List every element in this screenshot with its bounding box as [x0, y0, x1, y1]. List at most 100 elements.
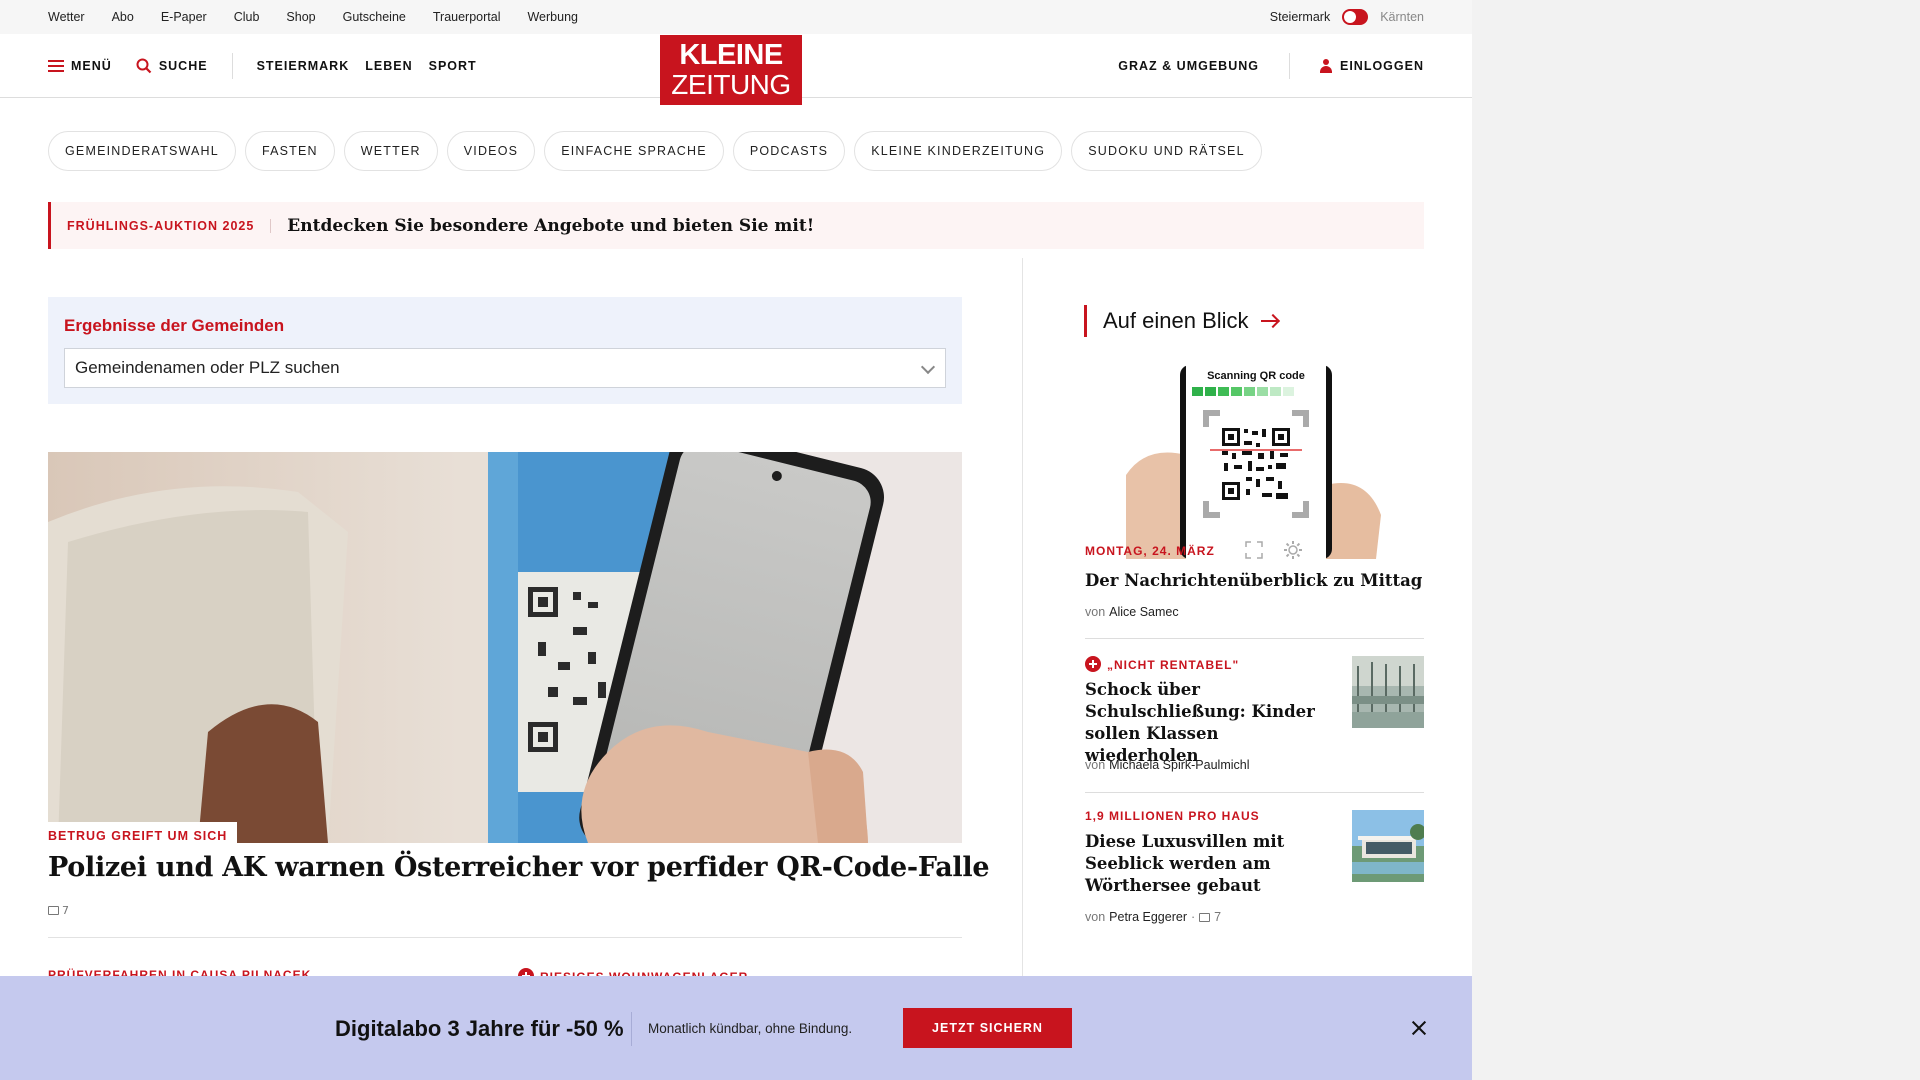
qr-scan-photo: Scanning QR code	[1126, 365, 1386, 559]
topic-pill[interactable]: WETTER	[343, 131, 438, 171]
sidebar-article-kicker: MONTAG, 24. MÄRZ	[1085, 544, 1215, 558]
local-link-graz[interactable]: GRAZ & UMGEBUNG	[1118, 59, 1259, 73]
overlay-divider	[631, 1012, 632, 1046]
subscription-overlay: Digitalabo 3 Jahre für -50 % Monatlich k…	[0, 976, 1472, 1080]
region-switch: Steiermark Kärnten	[1270, 0, 1424, 34]
logo-line1: KLEINE	[679, 39, 783, 71]
separator-dot: ·	[1190, 910, 1196, 924]
sidebar-heading[interactable]: Auf einen Blick	[1084, 305, 1277, 337]
comment-icon	[48, 906, 59, 915]
gemeinde-search-select[interactable]: Gemeindenamen oder PLZ suchen	[64, 348, 946, 388]
search-label: SUCHE	[158, 59, 208, 73]
overlay-subtitle: Monatlich kündbar, ohne Bindung.	[648, 1021, 853, 1036]
hero-meta: 7	[48, 904, 69, 917]
topic-pill[interactable]: FASTEN	[244, 131, 335, 171]
classroom-photo	[1352, 656, 1424, 728]
search-icon	[136, 58, 152, 74]
arrow-right-icon	[1260, 320, 1277, 322]
sidebar-article-author: von Petra Eggerer · 7	[1085, 910, 1221, 924]
hero-photo-qr-phone	[48, 452, 962, 843]
sidebar-image[interactable]: Scanning QR code	[1126, 365, 1386, 559]
kicker-text: „NICHT RENTABEL"	[1107, 658, 1240, 672]
sidebar-article-kicker: 1,9 MILLIONEN PRO HAUS	[1085, 809, 1260, 823]
divider	[1085, 792, 1424, 793]
hamburger-icon	[48, 60, 64, 72]
author-name[interactable]: Michaela Spirk-Paulmichl	[1109, 758, 1249, 772]
subscribe-button[interactable]: JETZT SICHERN	[903, 1008, 1072, 1048]
divider	[1085, 638, 1424, 639]
gear-icon[interactable]	[1283, 540, 1303, 560]
site-logo[interactable]: KLEINE ZEITUNG	[660, 35, 802, 105]
sidebar-article-author: von Alice Samec	[1085, 605, 1179, 619]
nav-leben[interactable]: LEBEN	[365, 59, 412, 73]
sidebar-article-kicker: „NICHT RENTABEL"	[1085, 656, 1239, 672]
utility-link-gutscheine[interactable]: Gutscheine	[343, 10, 406, 24]
chevron-down-icon	[920, 359, 936, 375]
menu-button[interactable]: MENÜ	[48, 59, 112, 73]
column-divider	[1022, 258, 1023, 998]
utility-link-club[interactable]: Club	[234, 10, 260, 24]
main-header: MENÜ SUCHE STEIERMARK LEBEN SPORT KLEINE…	[0, 34, 1472, 105]
header-right: GRAZ & UMGEBUNG EINLOGGEN	[1118, 34, 1424, 98]
gemeinde-results-box: Ergebnisse der Gemeinden Gemeindenamen o…	[48, 297, 962, 404]
region-toggle[interactable]	[1342, 9, 1369, 25]
sidebar-article-title[interactable]: Schock über Schulschließung: Kinder soll…	[1085, 679, 1315, 767]
by-label: von	[1085, 910, 1106, 924]
hero-title[interactable]: Polizei und AK warnen Österreicher vor p…	[48, 852, 990, 883]
sidebar-article-title[interactable]: Der Nachrichtenüberblick zu Mittag	[1085, 570, 1422, 592]
header-left: MENÜ SUCHE STEIERMARK LEBEN SPORT	[48, 34, 493, 98]
fullscreen-icon[interactable]	[1245, 541, 1263, 559]
user-icon	[1319, 59, 1332, 73]
hero-comment-count: 7	[62, 904, 69, 917]
hero-image[interactable]	[48, 452, 962, 843]
villa-photo	[1352, 810, 1424, 882]
sidebar-thumbnail-classroom[interactable]	[1352, 656, 1424, 728]
logo-line2: ZEITUNG	[671, 69, 791, 100]
gemeinde-search-placeholder: Gemeindenamen oder PLZ suchen	[75, 358, 340, 377]
utility-link-abo[interactable]: Abo	[112, 10, 134, 24]
promo-text: Entdecken Sie besondere Angebote und bie…	[287, 215, 815, 236]
utility-links: Wetter Abo E-Paper Club Shop Gutscheine …	[48, 0, 605, 34]
comment-count: 7	[1214, 910, 1222, 924]
overlay-title: Digitalabo 3 Jahre für -50 %	[335, 1016, 624, 1041]
nav-sport[interactable]: SPORT	[429, 59, 477, 73]
sidebar-thumbnail-villa[interactable]	[1352, 810, 1424, 882]
header-divider	[231, 53, 233, 79]
gemeinde-title: Ergebnisse der Gemeinden	[64, 316, 285, 335]
topic-pill[interactable]: PODCASTS	[732, 131, 846, 171]
topic-pill[interactable]: EINFACHE SPRACHE	[544, 131, 724, 171]
login-link[interactable]: EINLOGGEN	[1340, 59, 1424, 73]
qr-scan-text: Scanning QR code	[1207, 370, 1305, 382]
page: Wetter Abo E-Paper Club Shop Gutscheine …	[0, 0, 1472, 1080]
sidebar-heading-text: Auf einen Blick	[1103, 308, 1249, 333]
region-steiermark[interactable]: Steiermark	[1270, 10, 1330, 24]
utility-link-shop[interactable]: Shop	[286, 10, 315, 24]
topic-pill[interactable]: SUDOKU UND RÄTSEL	[1071, 131, 1262, 171]
divider	[48, 937, 962, 938]
utility-link-epaper[interactable]: E-Paper	[161, 10, 207, 24]
plus-icon	[1085, 656, 1101, 672]
search-button[interactable]: SUCHE	[136, 58, 208, 74]
by-label: von	[1085, 605, 1106, 619]
comment-icon	[1199, 912, 1211, 922]
utility-link-trauerportal[interactable]: Trauerportal	[433, 10, 501, 24]
sidebar-article-title[interactable]: Diese Luxusvillen mit Seeblick werden am…	[1085, 831, 1315, 897]
promo-banner[interactable]: FRÜHLINGS-AUKTION 2025 Entdecken Sie bes…	[48, 202, 1424, 249]
by-label: von	[1085, 758, 1106, 772]
hero-kicker: BETRUG GREIFT UM SICH	[48, 822, 238, 843]
topic-pills: GEMEINDERATSWAHL FASTEN WETTER VIDEOS EI…	[48, 131, 1262, 171]
nav-steiermark[interactable]: STEIERMARK	[257, 59, 350, 73]
close-icon[interactable]	[1410, 1019, 1428, 1037]
utility-link-wetter[interactable]: Wetter	[48, 10, 85, 24]
sidebar-article-author: von Michaela Spirk-Paulmichl	[1085, 758, 1249, 772]
author-name[interactable]: Petra Eggerer	[1109, 910, 1187, 924]
region-kaernten[interactable]: Kärnten	[1380, 10, 1424, 24]
header-divider-right	[1288, 53, 1290, 79]
author-name[interactable]: Alice Samec	[1109, 605, 1178, 619]
utility-bar: Wetter Abo E-Paper Club Shop Gutscheine …	[0, 0, 1472, 34]
utility-link-werbung[interactable]: Werbung	[527, 10, 578, 24]
topic-pill[interactable]: KLEINE KINDERZEITUNG	[854, 131, 1063, 171]
topic-pill[interactable]: VIDEOS	[446, 131, 536, 171]
topic-pill[interactable]: GEMEINDERATSWAHL	[48, 131, 236, 171]
promo-kicker: FRÜHLINGS-AUKTION 2025	[51, 218, 272, 233]
